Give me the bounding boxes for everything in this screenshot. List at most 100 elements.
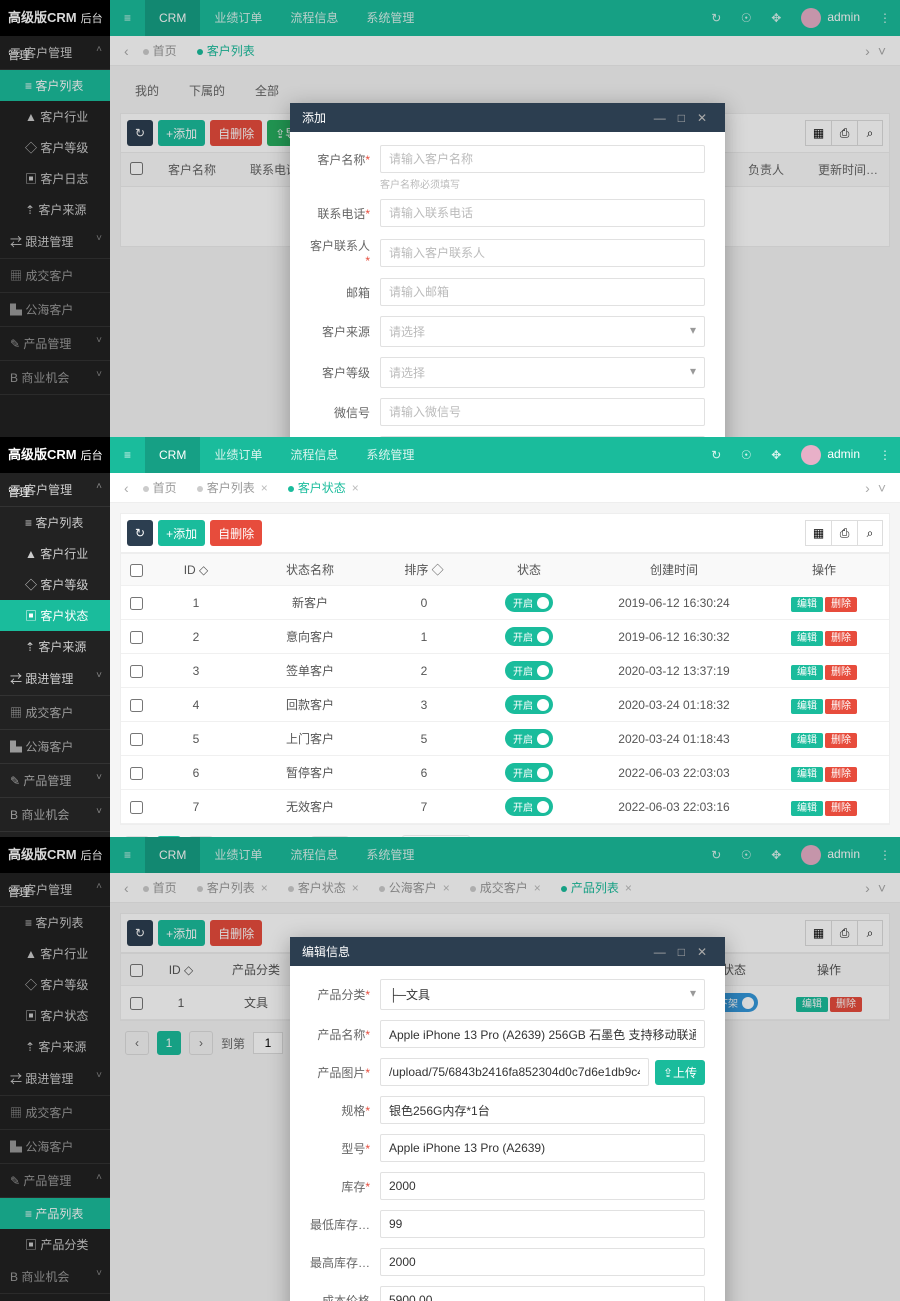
nav-4[interactable]: 系统管理: [352, 437, 428, 473]
side-item[interactable]: B 商业机会˅: [0, 798, 110, 832]
target-icon[interactable]: ☉: [731, 448, 761, 462]
search-icon[interactable]: ⌕: [857, 520, 883, 546]
status-switch[interactable]: 开启: [505, 627, 553, 646]
input-邮箱[interactable]: [380, 278, 705, 306]
edit-button[interactable]: 编辑: [791, 801, 823, 816]
input-型号[interactable]: [380, 1134, 705, 1162]
input-客户名称[interactable]: [380, 145, 705, 173]
side-item[interactable]: ▦ 成交客户: [0, 696, 110, 730]
crumb-menu[interactable]: ˅: [874, 480, 890, 496]
side-item[interactable]: ≡ 客户列表: [0, 507, 110, 538]
close-icon[interactable]: ×: [352, 481, 359, 495]
side-item[interactable]: ✎ 产品管理˅: [0, 764, 110, 798]
col-header: 状态名称: [241, 554, 379, 585]
input-成本价格[interactable]: [380, 1286, 705, 1301]
field-label: 客户来源: [310, 323, 370, 340]
row-check[interactable]: [130, 597, 143, 610]
input-联系电话[interactable]: [380, 199, 705, 227]
row-check[interactable]: [130, 631, 143, 644]
maximize-icon[interactable]: □: [672, 111, 691, 125]
field-label: 最低库存…: [310, 1216, 370, 1233]
expand-icon[interactable]: ✥: [761, 448, 791, 462]
row-check[interactable]: [130, 733, 143, 746]
edit-button[interactable]: 编辑: [791, 733, 823, 748]
grid-icon[interactable]: ▦: [805, 520, 831, 546]
select-产品分类[interactable]: ├─文具▾: [380, 979, 705, 1010]
del-button[interactable]: 删除: [825, 665, 857, 680]
side-item[interactable]: ▙ 公海客户: [0, 730, 110, 764]
crumb-next[interactable]: ›: [861, 480, 874, 496]
status-switch[interactable]: 开启: [505, 593, 553, 612]
nav-1[interactable]: CRM: [145, 437, 200, 473]
status-switch[interactable]: 开启: [505, 797, 553, 816]
row-check[interactable]: [130, 699, 143, 712]
del-button[interactable]: 删除: [825, 767, 857, 782]
crumb[interactable]: 客户状态×: [278, 475, 369, 500]
edit-button[interactable]: 编辑: [791, 699, 823, 714]
side-item[interactable]: ⇄ 跟进管理˅: [0, 662, 110, 696]
select-客户等级[interactable]: 请选择▾: [380, 357, 705, 388]
del-button[interactable]: 删除: [825, 699, 857, 714]
edit-button[interactable]: 编辑: [791, 631, 823, 646]
refresh-icon[interactable]: ↻: [701, 448, 731, 462]
refresh-button[interactable]: ↻: [127, 520, 153, 546]
close-icon[interactable]: ✕: [691, 111, 713, 125]
del-button[interactable]: 删除: [825, 631, 857, 646]
field-label: 产品名称*: [310, 1026, 370, 1043]
check-all[interactable]: [130, 564, 143, 577]
input-产品名称[interactable]: [380, 1020, 705, 1048]
print-icon[interactable]: ⎙: [831, 520, 857, 546]
minimize-icon[interactable]: —: [648, 111, 672, 125]
minimize-icon[interactable]: —: [648, 945, 672, 959]
status-switch[interactable]: 开启: [505, 763, 553, 782]
table-row: 2意向客户1开启2019-06-12 16:30:32编辑删除: [121, 620, 889, 654]
input-最高库存…[interactable]: [380, 1248, 705, 1276]
side-item[interactable]: ▣ 客户状态: [0, 600, 110, 631]
avatar-icon: [801, 445, 821, 465]
row-check[interactable]: [130, 767, 143, 780]
crumb[interactable]: 客户列表×: [187, 475, 278, 500]
select-客户状态[interactable]: 请选择▾: [380, 436, 705, 437]
status-switch[interactable]: 开启: [505, 661, 553, 680]
side-item[interactable]: ☰ 客户管理˄: [0, 473, 110, 507]
add-button[interactable]: +添加: [158, 520, 205, 546]
field-label: 成本价格: [310, 1292, 370, 1301]
user-menu[interactable]: admin: [791, 445, 870, 465]
upload-button[interactable]: ⇪上传: [655, 1060, 705, 1085]
edit-button[interactable]: 编辑: [791, 767, 823, 782]
input-最低库存…[interactable]: [380, 1210, 705, 1238]
edit-button[interactable]: 编辑: [791, 665, 823, 680]
col-header: ID ◇: [151, 556, 241, 584]
input-库存[interactable]: [380, 1172, 705, 1200]
field-label: 产品图片*: [310, 1064, 370, 1081]
del-button[interactable]: 删除: [825, 597, 857, 612]
nav-0[interactable]: ≡: [110, 437, 145, 473]
del-button[interactable]: 删除: [825, 733, 857, 748]
field-label: 库存*: [310, 1178, 370, 1195]
maximize-icon[interactable]: □: [672, 945, 691, 959]
row-check[interactable]: [130, 665, 143, 678]
input-产品图片[interactable]: [380, 1058, 649, 1086]
row-check[interactable]: [130, 801, 143, 814]
select-客户来源[interactable]: 请选择▾: [380, 316, 705, 347]
input-规格[interactable]: [380, 1096, 705, 1124]
close-icon[interactable]: ×: [261, 481, 268, 495]
side-item[interactable]: ⇡ 客户来源: [0, 631, 110, 662]
nav-3[interactable]: 流程信息: [276, 437, 352, 473]
input-客户联系人[interactable]: [380, 239, 705, 267]
nav-2[interactable]: 业绩订单: [200, 437, 276, 473]
more-icon[interactable]: ⋮: [870, 448, 900, 462]
col-header: 创建时间: [589, 554, 759, 585]
crumb-prev[interactable]: ‹: [120, 480, 133, 496]
close-icon[interactable]: ✕: [691, 945, 713, 959]
input-微信号[interactable]: [380, 398, 705, 426]
side-item[interactable]: ◇ 客户等级: [0, 569, 110, 600]
side-item[interactable]: ▲ 客户行业: [0, 538, 110, 569]
crumb-home[interactable]: 首页: [133, 475, 187, 500]
del-button[interactable]: 删除: [825, 801, 857, 816]
status-switch[interactable]: 开启: [505, 729, 553, 748]
edit-button[interactable]: 编辑: [791, 597, 823, 612]
table-row: 7无效客户7开启2022-06-03 22:03:16编辑删除: [121, 790, 889, 824]
delete-button[interactable]: 自删除: [210, 520, 262, 546]
status-switch[interactable]: 开启: [505, 695, 553, 714]
